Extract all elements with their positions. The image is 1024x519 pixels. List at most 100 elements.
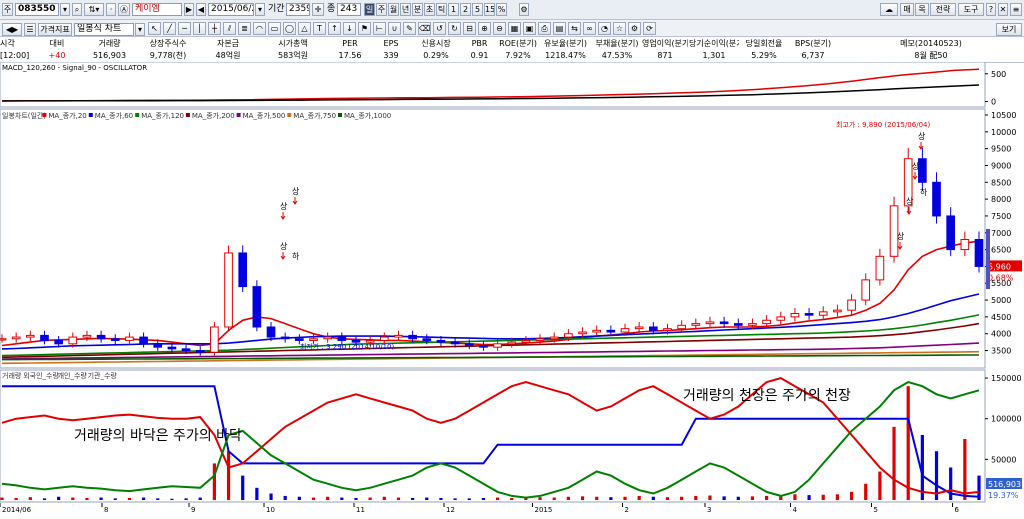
candle-body [564, 333, 573, 338]
timeframe-button[interactable]: 초 [424, 3, 435, 16]
play-back-icon[interactable]: ◀ [196, 3, 206, 16]
volume-bar [510, 497, 514, 500]
alarm-icon[interactable]: ◔ [598, 22, 611, 35]
date-input[interactable]: 2015/06/24 [208, 3, 254, 16]
candle-body [847, 299, 856, 311]
chart-type-select[interactable]: 일봉식 차트 [74, 23, 134, 36]
print-icon[interactable]: ⎙ [538, 22, 551, 35]
legend-swatch [42, 113, 47, 117]
code-type-button[interactable]: 주 [2, 3, 13, 16]
chart-type-dropdown-icon[interactable]: ▾ [135, 23, 145, 36]
sort-button[interactable]: ⇅▾ [84, 3, 104, 16]
calendar-dropdown-icon[interactable]: ▾ [255, 3, 265, 16]
trendline-icon[interactable]: ╱ [163, 22, 176, 35]
limit-up-mark: 상 [912, 161, 920, 171]
save-icon[interactable]: ▤ [553, 22, 566, 35]
timeframe-button[interactable]: 월 [388, 3, 399, 16]
volume-bar [736, 496, 740, 500]
stock-lock-icon[interactable]: Ⓐ [118, 3, 130, 16]
volume-bar [212, 463, 216, 500]
camera-icon[interactable]: ▣ [523, 22, 536, 35]
info-header: ROE(분기) [499, 39, 537, 48]
crosshair-icon[interactable]: ✛ [312, 3, 324, 16]
candle-body [960, 239, 970, 251]
rectangle-icon[interactable]: ▭ [268, 22, 281, 35]
text-icon[interactable]: T [313, 22, 326, 35]
period-button[interactable]: ㆍ [106, 3, 116, 16]
horizontal-line-icon[interactable]: ─ [178, 22, 191, 35]
info-header: 영업이익(분기) [642, 39, 688, 48]
volume-bar [963, 439, 967, 500]
grid-icon[interactable]: ▦ [508, 22, 521, 35]
timeframe-button[interactable]: 1 [448, 3, 459, 16]
timeframe-button[interactable]: 분 [412, 3, 423, 16]
list-icon[interactable]: ☰ [24, 23, 36, 36]
cloud-icon[interactable]: ☁ [880, 3, 898, 16]
timeframe-button[interactable]: 주 [376, 3, 387, 16]
triangle-icon[interactable]: △ [298, 22, 311, 35]
low-price-annotation: 최저가 : 3,290 (2014/10/10) [300, 342, 394, 351]
settings-icon[interactable]: ⚙ [519, 3, 529, 16]
timeframe-button[interactable]: 15 [484, 3, 495, 16]
timeframe-button[interactable]: % [496, 3, 507, 16]
gear-icon[interactable]: ⚙ [628, 22, 641, 35]
refresh-icon[interactable]: ⟳ [643, 22, 656, 35]
candle-body [464, 343, 474, 346]
info-value: 583억원 [278, 51, 308, 60]
play-forward-icon[interactable]: ▶ [184, 3, 194, 16]
timeframe-button[interactable]: 틱 [436, 3, 447, 16]
tools-button[interactable]: 도구 [958, 3, 984, 16]
cursor-icon[interactable]: ↖ [148, 22, 161, 35]
stock-chart[interactable]: MACD_120,260 - Signal_90 - OSCILLATOR500… [0, 62, 1024, 519]
channel-icon[interactable]: ⫽ [223, 22, 236, 35]
stock-code-input[interactable]: 083550 [15, 3, 59, 16]
timeframe-button[interactable]: 5 [472, 3, 483, 16]
tool-button-2[interactable]: 목 [915, 3, 929, 16]
compare-icon[interactable]: ⇆ [568, 22, 581, 35]
magnet-icon[interactable]: ∪ [388, 22, 401, 35]
info-header: 거래량 [98, 39, 121, 48]
volume-bar [340, 497, 344, 500]
count-input[interactable]: 243 [337, 3, 361, 16]
redo-icon[interactable]: ↻ [448, 22, 461, 35]
stock-name-field[interactable]: 케이엠 [132, 3, 182, 16]
candle-body [521, 339, 531, 343]
undo-icon[interactable]: ↺ [433, 22, 446, 35]
indicator-button[interactable]: 가격지표 [38, 23, 72, 36]
zoom-in-icon[interactable]: ⊕ [478, 22, 491, 35]
pencil-icon[interactable]: ✎ [403, 22, 416, 35]
x-tick-label: 10 [266, 506, 275, 514]
view-button[interactable]: 보기 [996, 23, 1022, 36]
price-tick-label: 10000 [991, 128, 1016, 137]
volume-bar [765, 495, 769, 500]
tool-button-1[interactable]: 매 [900, 3, 914, 16]
volume-bar [807, 495, 811, 500]
ellipse-icon[interactable]: ◯ [283, 22, 296, 35]
arrow-up-icon[interactable]: ↑ [328, 22, 341, 35]
link-icon[interactable]: ∞ [583, 22, 596, 35]
eraser-icon[interactable]: ⌫ [418, 22, 431, 35]
menu-icon[interactable]: ≡ [1010, 3, 1022, 16]
arrow-down-icon[interactable]: ↓ [343, 22, 356, 35]
search-icon[interactable]: ⌕ [72, 3, 82, 16]
star-icon[interactable]: ☆ [613, 22, 626, 35]
code-dropdown-button[interactable]: ▾ [60, 3, 70, 16]
vertical-line-icon[interactable]: │ [193, 22, 206, 35]
fibonacci-icon[interactable]: ≣ [238, 22, 251, 35]
lock-icon[interactable]: ⊟ [463, 22, 476, 35]
help-icon[interactable]: ? [986, 3, 996, 16]
timeframe-button[interactable]: 2 [460, 3, 471, 16]
timeframe-button[interactable]: 일 [364, 3, 375, 16]
zoom-out-icon[interactable]: ⊖ [493, 22, 506, 35]
volume-bar [623, 496, 627, 500]
flag-icon[interactable]: ⚑ [358, 22, 371, 35]
period-input[interactable]: 2359 [286, 3, 310, 16]
volume-bar [411, 497, 415, 500]
close-icon[interactable]: ✕ [998, 3, 1008, 16]
ruler-icon[interactable]: ⊢ [373, 22, 386, 35]
strategy-button[interactable]: 전략 [930, 3, 956, 16]
expand-icon[interactable]: ◀▶ [2, 23, 22, 36]
arc-icon[interactable]: ◠ [253, 22, 266, 35]
timeframe-button[interactable]: 년 [400, 3, 411, 16]
cross-line-icon[interactable]: ┼ [208, 22, 221, 35]
